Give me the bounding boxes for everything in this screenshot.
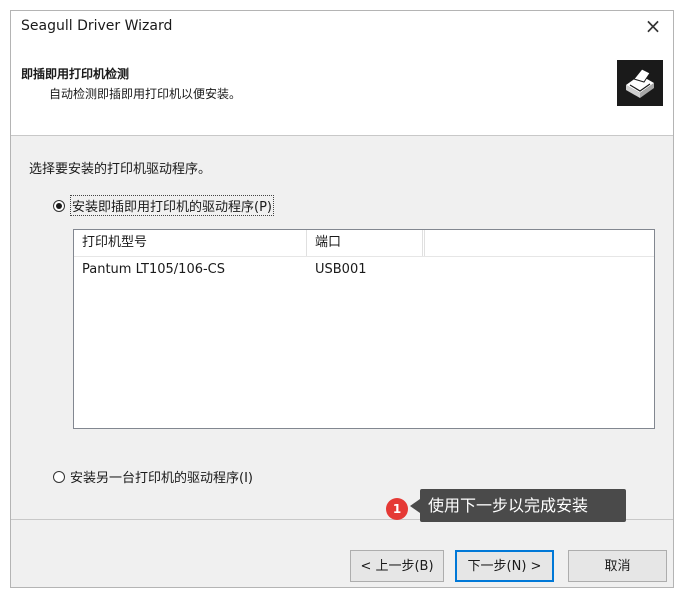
column-header-empty — [423, 230, 425, 256]
step-number-badge: 1 — [386, 498, 408, 520]
cancel-button[interactable]: 取消 — [568, 550, 667, 582]
back-button[interactable]: < 上一步(B) — [350, 550, 444, 582]
list-header: 打印机型号 端口 — [74, 230, 654, 257]
radio-button-unchecked[interactable] — [53, 470, 65, 483]
radio-plug-and-play[interactable]: 安装即插即用打印机的驱动程序(P) — [53, 195, 274, 216]
radio-button-checked[interactable] — [53, 199, 65, 212]
wizard-footer: < 上一步(B) 下一步(N) > 取消 — [11, 519, 673, 587]
instruction-callout: 使用下一步以完成安装 — [420, 489, 626, 522]
cell-model: Pantum LT105/106-CS — [82, 262, 226, 277]
wizard-header: 即插即用打印机检测 自动检测即插即用打印机以便安装。 — [11, 41, 673, 136]
cell-port: USB001 — [315, 262, 367, 277]
printer-icon — [617, 60, 663, 106]
radio-other-printer[interactable]: 安装另一台打印机的驱动程序(I) — [53, 467, 253, 486]
radio-label-plug-and-play[interactable]: 安装即插即用打印机的驱动程序(P) — [70, 195, 274, 216]
table-row[interactable]: Pantum LT105/106-CS USB001 — [74, 258, 654, 282]
radio-label-other-printer[interactable]: 安装另一台打印机的驱动程序(I) — [70, 467, 253, 486]
title-bar: Seagull Driver Wizard × — [11, 11, 673, 41]
header-subtitle: 自动检测即插即用打印机以便安装。 — [49, 87, 242, 101]
instruction-text: 选择要安装的打印机驱动程序。 — [29, 162, 212, 177]
column-header-port[interactable]: 端口 — [307, 230, 423, 256]
callout-pointer — [410, 499, 420, 513]
radio-dot — [56, 202, 62, 209]
wizard-body: 选择要安装的打印机驱动程序。 安装即插即用打印机的驱动程序(P) 打印机型号 端… — [11, 136, 673, 519]
printer-list[interactable]: 打印机型号 端口 Pantum LT105/106-CS USB001 — [73, 229, 655, 429]
close-icon[interactable]: × — [633, 11, 673, 41]
column-header-model[interactable]: 打印机型号 — [74, 230, 307, 256]
window-title: Seagull Driver Wizard — [21, 18, 173, 34]
header-title: 即插即用打印机检测 — [21, 67, 130, 81]
next-button[interactable]: 下一步(N) > — [455, 550, 554, 582]
